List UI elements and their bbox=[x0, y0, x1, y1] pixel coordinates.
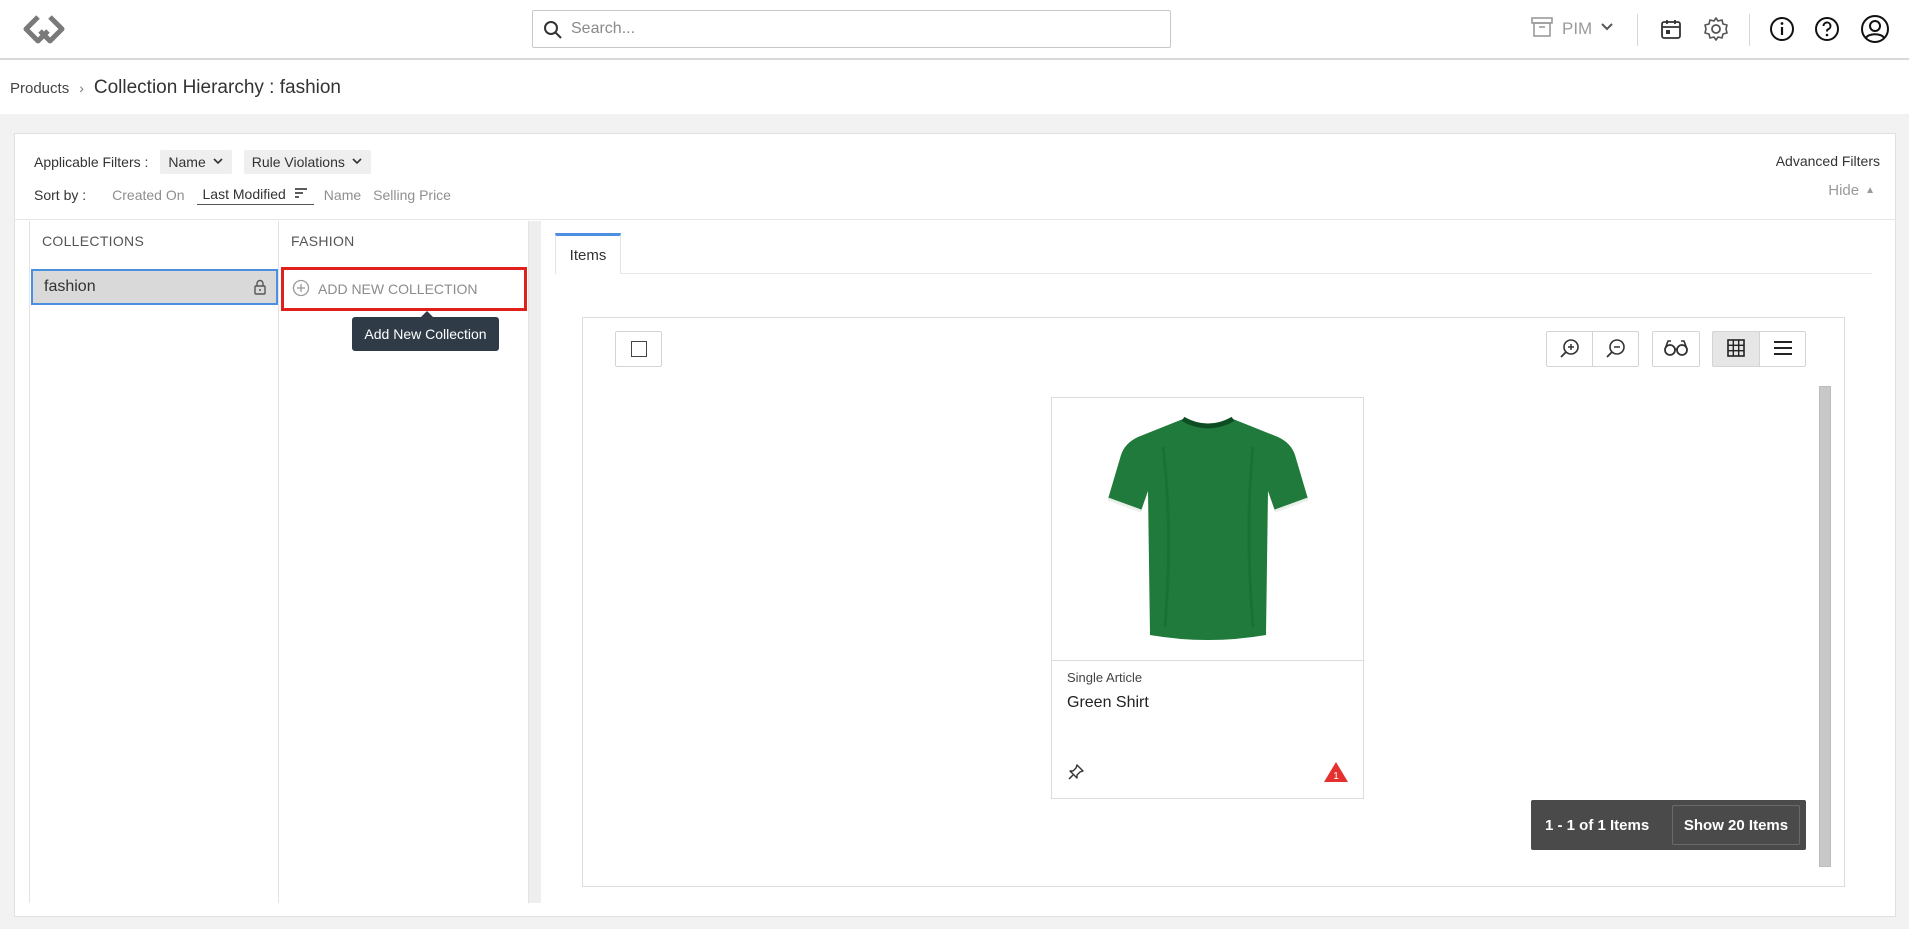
search-box[interactable] bbox=[532, 10, 1171, 48]
collections-column: COLLECTIONS fashion bbox=[29, 221, 279, 903]
grid-icon bbox=[1727, 338, 1745, 360]
search-input[interactable] bbox=[571, 17, 1151, 41]
toolbar-divider bbox=[1637, 14, 1638, 46]
tab-bar: Items bbox=[555, 233, 1872, 274]
item-card[interactable]: Single Article Green Shirt 1 bbox=[1051, 397, 1364, 799]
user-icon[interactable] bbox=[1860, 14, 1890, 44]
info-icon[interactable] bbox=[1767, 14, 1797, 44]
zoom-out-icon bbox=[1605, 337, 1627, 362]
app-switcher-label: PIM bbox=[1562, 19, 1593, 38]
breadcrumb-products-link[interactable]: Products bbox=[10, 80, 69, 97]
column-resizer[interactable] bbox=[529, 221, 541, 903]
item-name[interactable]: Green Shirt bbox=[1067, 694, 1149, 712]
filters-row: Applicable Filters : Name Rule Violation… bbox=[34, 150, 371, 174]
collections-header: COLLECTIONS bbox=[42, 233, 145, 249]
page-title: Collection Hierarchy : fashion bbox=[93, 77, 341, 98]
sort-option-label: Last Modified bbox=[202, 185, 286, 202]
sort-descending-icon bbox=[294, 186, 308, 202]
add-new-collection-tooltip: Add New Collection bbox=[352, 317, 499, 351]
sort-label: Sort by : bbox=[34, 187, 87, 203]
chevron-down-icon bbox=[1600, 19, 1614, 39]
sort-option-name[interactable]: Name bbox=[324, 187, 361, 203]
list-icon bbox=[1773, 340, 1793, 359]
breadcrumb: Products › Collection Hierarchy : fashio… bbox=[10, 76, 341, 100]
breadcrumb-separator: › bbox=[79, 80, 84, 96]
checkbox-box bbox=[630, 341, 647, 357]
caret-up-icon: ▲ bbox=[1865, 185, 1875, 196]
preview-button[interactable] bbox=[1652, 331, 1700, 367]
sort-row: Sort by : Created On Last Modified Name … bbox=[34, 183, 451, 207]
pagination-bar: 1 - 1 of 1 Items Show 20 Items bbox=[1531, 800, 1806, 850]
fashion-header: FASHION bbox=[291, 233, 355, 249]
violation-count: 1 bbox=[1333, 771, 1339, 782]
archive-icon bbox=[1530, 15, 1554, 44]
pagination-summary: 1 - 1 of 1 Items bbox=[1545, 816, 1650, 834]
sort-option-selling-price[interactable]: Selling Price bbox=[373, 187, 451, 203]
filter-chip-name[interactable]: Name bbox=[160, 150, 232, 174]
item-type: Single Article bbox=[1067, 670, 1143, 685]
gear-icon[interactable] bbox=[1701, 14, 1731, 44]
zoom-in-button[interactable] bbox=[1546, 331, 1593, 367]
green-shirt-image bbox=[1106, 416, 1309, 640]
filter-chip-rule-violations[interactable]: Rule Violations bbox=[243, 150, 371, 174]
chevron-down-icon bbox=[351, 154, 363, 170]
chevron-down-icon bbox=[212, 154, 224, 170]
app-switcher[interactable]: PIM bbox=[1530, 14, 1614, 44]
toolbar-divider bbox=[1749, 14, 1750, 46]
search-icon bbox=[543, 20, 563, 40]
collection-item-label: fashion bbox=[44, 278, 96, 295]
zoom-in-icon bbox=[1559, 337, 1581, 362]
hide-label: Hide bbox=[1828, 182, 1860, 199]
add-new-collection-label: ADD NEW COLLECTION bbox=[318, 281, 478, 297]
select-all-checkbox[interactable] bbox=[615, 331, 662, 367]
calendar-icon[interactable] bbox=[1656, 14, 1686, 44]
rule-violation-warning-icon[interactable]: 1 bbox=[1323, 761, 1349, 786]
help-icon[interactable] bbox=[1812, 14, 1842, 44]
glasses-icon bbox=[1663, 338, 1689, 361]
filter-chip-label: Name bbox=[168, 154, 206, 170]
grid-view-button[interactable] bbox=[1712, 331, 1760, 367]
add-new-collection-button[interactable]: ADD NEW COLLECTION bbox=[281, 267, 527, 311]
tab-items[interactable]: Items bbox=[555, 233, 621, 274]
sort-option-created-on[interactable]: Created On bbox=[112, 187, 184, 203]
hide-filters-button[interactable]: Hide ▲ bbox=[1828, 182, 1875, 199]
filter-chip-label: Rule Violations bbox=[251, 154, 345, 170]
advanced-filters-link[interactable]: Advanced Filters bbox=[1776, 153, 1880, 169]
list-view-button[interactable] bbox=[1759, 331, 1806, 367]
filters-label: Applicable Filters : bbox=[34, 154, 149, 170]
lock-icon bbox=[253, 279, 267, 300]
plus-circle-icon bbox=[292, 279, 310, 300]
pin-icon[interactable] bbox=[1067, 763, 1085, 784]
logo-icon[interactable] bbox=[20, 9, 68, 49]
items-scrollbar[interactable] bbox=[1819, 386, 1831, 867]
divider bbox=[14, 219, 1896, 220]
show-items-button[interactable]: Show 20 Items bbox=[1672, 805, 1800, 845]
top-bar: PIM bbox=[0, 0, 1909, 60]
item-thumbnail bbox=[1052, 398, 1363, 661]
collection-item-fashion[interactable]: fashion bbox=[31, 269, 278, 305]
sort-option-last-modified[interactable]: Last Modified bbox=[196, 185, 314, 205]
zoom-out-button[interactable] bbox=[1592, 331, 1639, 367]
